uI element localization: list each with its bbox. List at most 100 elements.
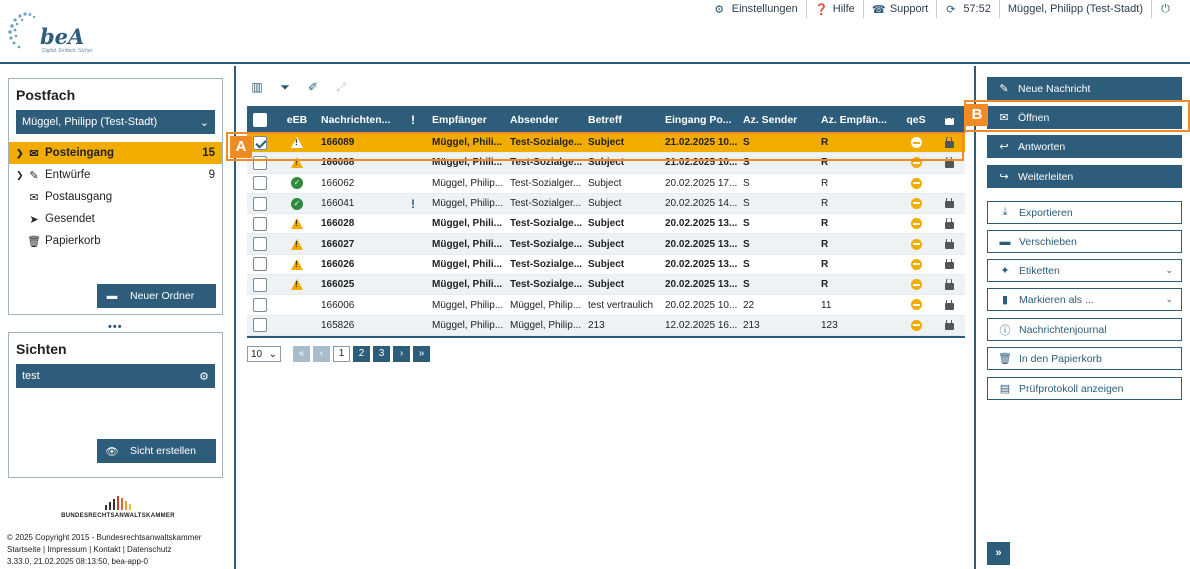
prüfprotokoll-anzeigen-button[interactable]: ▤ Prüfprotokoll anzeigen [987, 377, 1182, 400]
col-qes[interactable]: qeS [899, 114, 933, 126]
az-sender: 22 [743, 299, 755, 311]
az-recipient: R [821, 198, 829, 210]
folder-posteingang[interactable]: ❯ ✉ Posteingang 15 [9, 142, 222, 164]
edit-icon: ✎ [29, 169, 39, 182]
gear-icon: ⚙ [714, 3, 725, 16]
page-2-button[interactable]: 2 [353, 346, 370, 362]
bea-logo[interactable]: beA Digital. Einfach. Sicher. [6, 10, 94, 54]
warning-icon [291, 238, 303, 250]
collapse-sidebar-button[interactable]: » [987, 542, 1010, 565]
col-eeb[interactable]: eEB [277, 114, 317, 126]
page-1-button[interactable]: 1 [333, 346, 350, 362]
table-row[interactable]: ✓ 166041! Müggel, Philip... Test-Sozialger.… [247, 193, 965, 215]
filter-icon[interactable]: ⏷ [278, 80, 292, 94]
sender: Müggel, Philip... [510, 319, 582, 331]
recipient: Müggel, Phili... [432, 258, 502, 270]
view-select[interactable]: test ⚙ [16, 364, 215, 388]
columns-icon[interactable]: ▥ [250, 80, 264, 94]
row-checkbox[interactable] [253, 176, 267, 191]
message-list-area: ▥ ⏷ ✐ ⤢ eEB Nachrichten... ! Empfänger A… [226, 66, 976, 569]
account-select[interactable]: Müggel, Philipp (Test-Stadt) ⌄ [16, 110, 215, 134]
sender: Test-Sozialger... [510, 198, 582, 210]
support-link[interactable]: ☎ Support [864, 0, 938, 18]
help-link[interactable]: ❓ Hilfe [807, 0, 864, 18]
next-page-button[interactable]: › [393, 346, 410, 362]
logout-button[interactable]: ⏻ [1152, 0, 1178, 18]
user-name[interactable]: Müggel, Philipp (Test-Stadt) [1000, 0, 1152, 18]
page-size-select[interactable]: 10 ⌄ [247, 346, 281, 362]
app-header: beA Digital. Einfach. Sicher. ⚙ Einstellu… [0, 0, 1190, 64]
folder-entwuerfe[interactable]: ❯ ✎ Entwürfe 9 [9, 164, 222, 186]
received-date: 20.02.2025 13... [665, 258, 738, 270]
col-sender[interactable]: Absender [507, 114, 585, 126]
session-timer[interactable]: ⟳ 57:52 [937, 0, 1000, 18]
col-recipient[interactable]: Empfänger [429, 114, 507, 126]
recipient: Müggel, Philip... [432, 299, 504, 311]
nachrichtenjournal-button[interactable]: ⓘ Nachrichtenjournal [987, 318, 1182, 341]
row-checkbox[interactable] [253, 298, 267, 313]
table-body: 166089Müggel, Phili...Test-Sozialge...Su… [247, 133, 965, 336]
qes-status-icon [910, 279, 922, 291]
row-checkbox[interactable] [253, 196, 267, 211]
info-icon: ⓘ [999, 324, 1011, 337]
table-row[interactable]: 166028 Müggel, Phili... Test-Sozialge... Su… [247, 214, 965, 235]
row-checkbox[interactable] [253, 318, 267, 333]
table-row[interactable]: 166026 Müggel, Phili... Test-Sozialge... Su… [247, 255, 965, 276]
settings-link[interactable]: ⚙ Einstellungen [706, 0, 807, 18]
row-checkbox[interactable] [253, 216, 267, 231]
folder-papierkorb[interactable]: 🗑 Papierkorb [9, 230, 222, 252]
in-den-papierkorb-button[interactable]: 🗑 In den Papierkorb [987, 347, 1182, 370]
trash-icon: 🗑 [27, 235, 41, 248]
col-subject[interactable]: Betreff [585, 114, 663, 126]
row-checkbox[interactable] [253, 237, 267, 252]
select-all-checkbox[interactable] [253, 112, 267, 127]
chevron-right-icon[interactable]: ❯ [16, 148, 26, 159]
antworten-button[interactable]: ↩ Antworten [987, 135, 1182, 158]
gear-icon[interactable]: ⚙ [199, 370, 209, 383]
page-3-button[interactable]: 3 [373, 346, 390, 362]
exportieren-button[interactable]: ⤓ Exportieren [987, 201, 1182, 224]
table-row[interactable]: 165826 Müggel, Philip... Müggel, Philip...… [247, 315, 965, 336]
eeb-status [277, 258, 317, 270]
received-date: 20.02.2025 13... [665, 218, 738, 230]
last-page-button[interactable]: » [413, 346, 430, 362]
table-row[interactable]: 166025 Müggel, Phili... Test-Sozialge... Su… [247, 275, 965, 296]
message-id: 166027 [321, 238, 355, 250]
folder-postausgang[interactable]: ✉ Postausgang [9, 186, 222, 208]
markieren-als-button[interactable]: ▮ Markieren als ... ⌄ [987, 288, 1182, 311]
chevron-right-icon[interactable]: ❯ [16, 170, 26, 181]
col-priority[interactable]: ! [397, 113, 429, 127]
folder-gesendet[interactable]: ➤ Gesendet [9, 208, 222, 230]
neue-nachricht-button[interactable]: ✎ Neue Nachricht [987, 77, 1182, 100]
etiketten-button[interactable]: ✦ Etiketten ⌄ [987, 259, 1182, 282]
az-sender: S [743, 177, 750, 189]
col-az-sender[interactable]: Az. Sender [741, 114, 819, 126]
table-row[interactable]: 166027 Müggel, Phili... Test-Sozialge... Su… [247, 234, 965, 255]
table-row[interactable]: ✓ 166062 Müggel, Philip... Test-Sozialger..… [247, 174, 965, 194]
verschieben-button[interactable]: ▬ Verschieben [987, 230, 1182, 253]
first-page-button[interactable]: « [293, 346, 310, 362]
table-row[interactable]: 166006 Müggel, Philip... Müggel, Philip...… [247, 295, 965, 316]
new-folder-button[interactable]: ▬ Neuer Ordner [97, 284, 216, 308]
reply-icon: ↩ [999, 141, 1009, 153]
expand-icon[interactable]: ⤢ [334, 80, 348, 94]
col-message-id[interactable]: Nachrichten... [317, 114, 397, 126]
col-az-recipient[interactable]: Az. Empfän... [819, 114, 899, 126]
qes-status-icon [910, 177, 922, 189]
row-checkbox[interactable] [253, 277, 267, 292]
folder-count: 9 [208, 169, 215, 181]
eraser-icon[interactable]: ✐ [306, 80, 320, 94]
lock-icon [944, 198, 954, 209]
col-received[interactable]: Eingang Po... [663, 113, 741, 126]
subject: Subject [588, 238, 625, 250]
subject: Subject [588, 258, 625, 270]
footer-links[interactable]: Startseite | Impressum | Kontakt | Daten… [7, 544, 201, 556]
prev-page-button[interactable]: ‹ [313, 346, 330, 362]
az-recipient: R [821, 258, 829, 270]
create-view-button[interactable]: 👁 Sicht erstellen [97, 439, 216, 463]
row-checkbox[interactable] [253, 257, 267, 272]
recipient: Müggel, Phili... [432, 218, 502, 230]
weiterleiten-button[interactable]: ↪ Weiterleiten [987, 165, 1182, 188]
recipient: Müggel, Philip... [432, 177, 504, 189]
message-id: 166028 [321, 218, 355, 230]
